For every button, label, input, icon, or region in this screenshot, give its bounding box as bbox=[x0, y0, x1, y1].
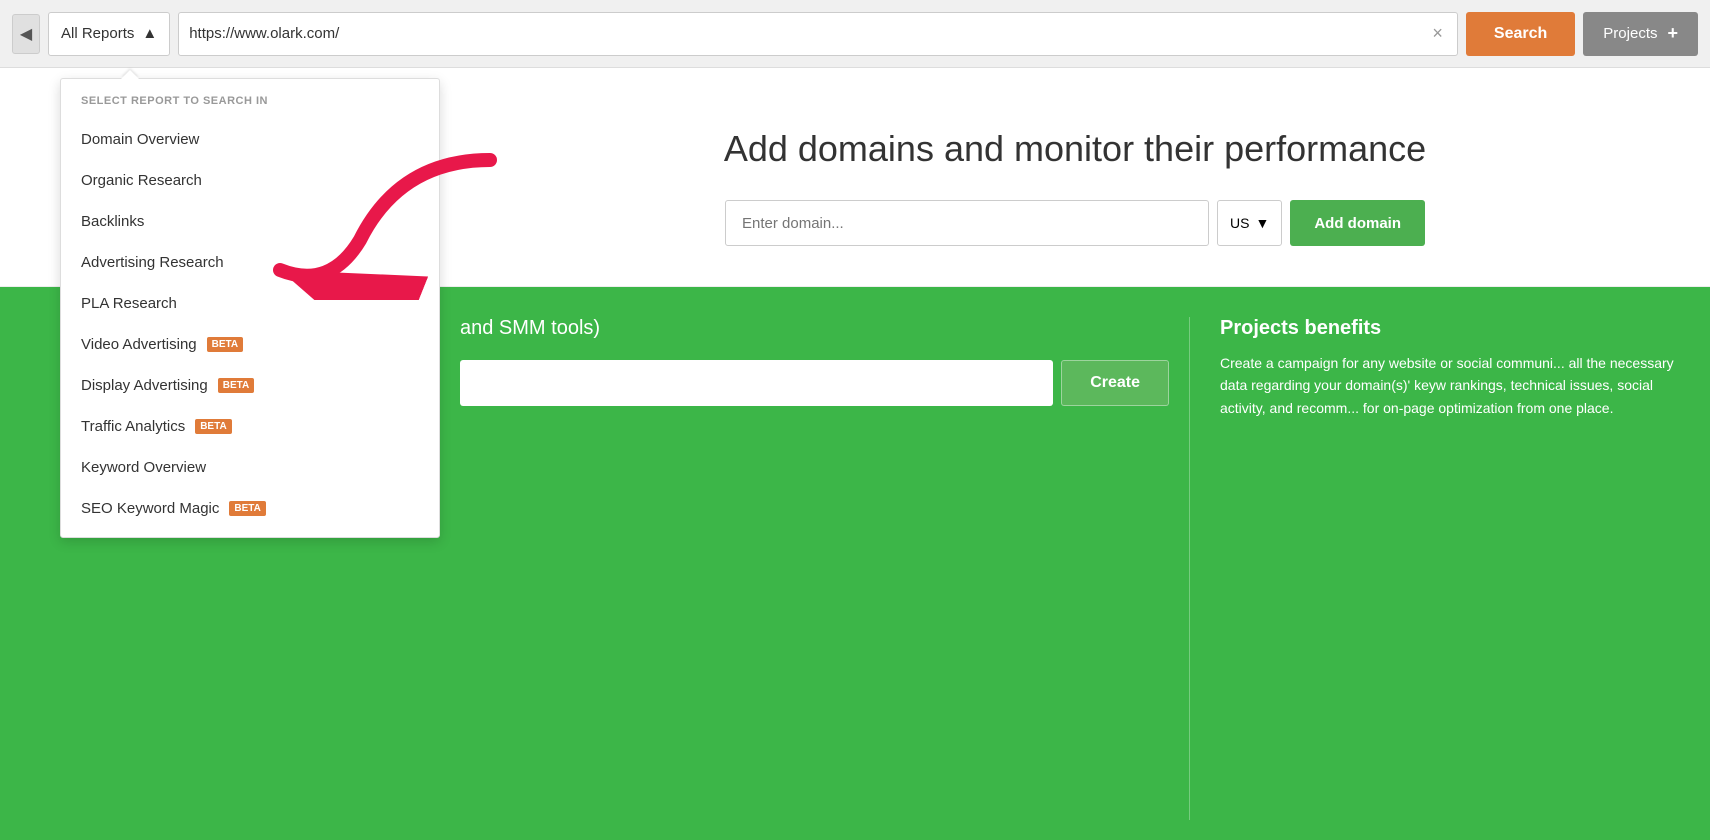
url-input[interactable] bbox=[189, 25, 1428, 42]
green-left-panel: and SMM tools) Create bbox=[460, 317, 1190, 820]
dropdown-item-label: Display Advertising bbox=[81, 377, 208, 394]
dropdown-item-label: SEO Keyword Magic bbox=[81, 500, 219, 517]
projects-benefits-title: Projects benefits bbox=[1220, 317, 1690, 340]
report-selector-label: All Reports bbox=[61, 25, 134, 42]
beta-badge: BETA bbox=[218, 378, 254, 393]
dropdown-header: SELECT REPORT TO SEARCH IN bbox=[61, 95, 439, 119]
create-input-row: Create bbox=[460, 360, 1169, 406]
country-select[interactable]: US ▼ bbox=[1217, 200, 1282, 246]
dropdown-item-display-advertising[interactable]: Display Advertising BETA bbox=[61, 365, 439, 406]
dropdown-item-organic-research[interactable]: Organic Research bbox=[61, 160, 439, 201]
report-selector-button[interactable]: All Reports ▲ bbox=[48, 12, 170, 56]
back-arrow-icon: ◀ bbox=[20, 24, 32, 44]
search-label: Search bbox=[1494, 25, 1547, 42]
projects-label: Projects bbox=[1603, 25, 1657, 42]
hero-title: Add domains and monitor their performanc… bbox=[460, 128, 1690, 170]
dropdown-item-domain-overview[interactable]: Domain Overview bbox=[61, 119, 439, 160]
create-button[interactable]: Create bbox=[1061, 360, 1169, 406]
beta-badge: BETA bbox=[229, 501, 265, 516]
beta-badge: BETA bbox=[195, 419, 231, 434]
search-button[interactable]: Search bbox=[1466, 12, 1575, 56]
plus-icon: + bbox=[1667, 23, 1678, 44]
dropdown-item-label: Keyword Overview bbox=[81, 459, 206, 476]
chevron-down-icon: ▼ bbox=[1255, 215, 1269, 231]
add-domain-button[interactable]: Add domain bbox=[1290, 200, 1425, 246]
country-label: US bbox=[1230, 215, 1249, 231]
dropdown-item-label: Domain Overview bbox=[81, 131, 199, 148]
dropdown-item-label: Traffic Analytics bbox=[81, 418, 185, 435]
dropdown-item-label: Organic Research bbox=[81, 172, 202, 189]
dropdown-item-video-advertising[interactable]: Video Advertising BETA bbox=[61, 324, 439, 365]
dropdown-item-keyword-overview[interactable]: Keyword Overview bbox=[61, 447, 439, 488]
dropdown-item-label: Advertising Research bbox=[81, 254, 224, 271]
dropdown-item-label: Backlinks bbox=[81, 213, 144, 230]
dropdown-item-label: PLA Research bbox=[81, 295, 177, 312]
green-subtitle: and SMM tools) bbox=[460, 317, 1169, 340]
report-dropdown-menu: SELECT REPORT TO SEARCH IN Domain Overvi… bbox=[60, 78, 440, 538]
url-input-container: × bbox=[178, 12, 1458, 56]
clear-icon[interactable]: × bbox=[1428, 23, 1447, 44]
dropdown-item-label: Video Advertising bbox=[81, 336, 197, 353]
dropdown-item-seo-keyword-magic[interactable]: SEO Keyword Magic BETA bbox=[61, 488, 439, 529]
beta-badge: BETA bbox=[207, 337, 243, 352]
create-input[interactable] bbox=[460, 360, 1053, 406]
add-domain-row: US ▼ Add domain bbox=[725, 200, 1425, 246]
dropdown-item-traffic-analytics[interactable]: Traffic Analytics BETA bbox=[61, 406, 439, 447]
chevron-up-icon: ▲ bbox=[142, 25, 157, 42]
projects-button[interactable]: Projects + bbox=[1583, 12, 1698, 56]
dropdown-item-pla-research[interactable]: PLA Research bbox=[61, 283, 439, 324]
top-bar: ◀ All Reports ▲ × Search Projects + bbox=[0, 0, 1710, 68]
domain-input[interactable] bbox=[725, 200, 1209, 246]
add-domain-label: Add domain bbox=[1314, 215, 1401, 232]
dropdown-item-advertising-research[interactable]: Advertising Research bbox=[61, 242, 439, 283]
create-label: Create bbox=[1090, 374, 1140, 391]
dropdown-item-backlinks[interactable]: Backlinks bbox=[61, 201, 439, 242]
back-arrow-button[interactable]: ◀ bbox=[12, 14, 40, 54]
projects-benefits-text: Create a campaign for any website or soc… bbox=[1220, 352, 1690, 419]
green-right-panel: Projects benefits Create a campaign for … bbox=[1190, 317, 1690, 820]
